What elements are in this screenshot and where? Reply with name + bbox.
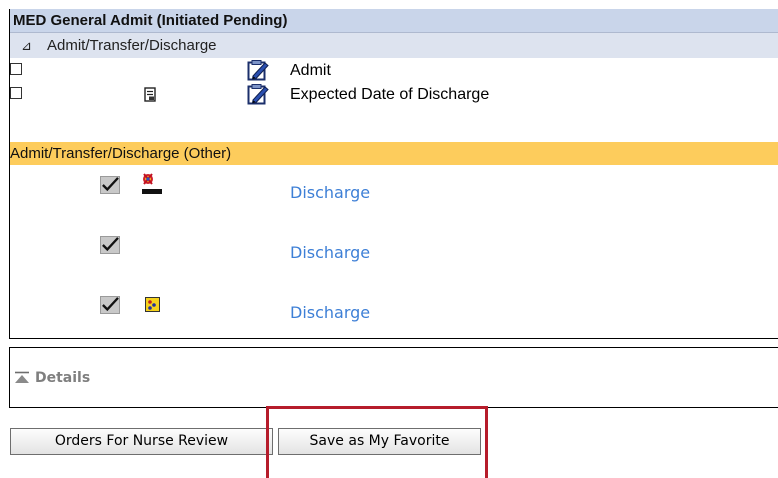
order-checkbox-expected-discharge[interactable] [10, 87, 22, 99]
section-label-other: Admit/Transfer/Discharge (Other) [10, 145, 232, 162]
discharge-logo-icon [142, 173, 162, 194]
yellow-order-icon [145, 297, 160, 312]
order-label-admit: Admit [290, 62, 331, 79]
order-row-admit[interactable]: Admit [10, 60, 778, 83]
section-header-admit-transfer-discharge[interactable]: ⊿ Admit/Transfer/Discharge [10, 33, 778, 58]
disabled-checkbox-checked [100, 176, 120, 194]
details-panel[interactable]: Details [9, 347, 778, 408]
powerplan-title: MED General Admit (Initiated Pending) [10, 9, 778, 33]
orders-for-nurse-review-button[interactable]: Orders For Nurse Review [10, 428, 273, 455]
details-label: Details [35, 370, 91, 386]
order-row-expected-date-of-discharge[interactable]: Expected Date of Discharge [10, 84, 778, 107]
checkmark-icon [102, 177, 119, 192]
order-link-discharge[interactable]: Discharge [290, 303, 370, 322]
order-row-discharge-1[interactable]: Discharge [10, 166, 778, 226]
order-label-expected-discharge: Expected Date of Discharge [290, 86, 490, 103]
orders-window: MED General Admit (Initiated Pending) ⊿ … [0, 0, 778, 478]
note-icon[interactable] [144, 87, 156, 102]
order-row-discharge-3[interactable]: Discharge [10, 286, 778, 338]
section-label: Admit/Transfer/Discharge [47, 37, 217, 54]
section-collapse-icon[interactable]: ⊿ [21, 33, 32, 58]
order-link-discharge[interactable]: Discharge [290, 183, 370, 202]
order-list-panel: MED General Admit (Initiated Pending) ⊿ … [9, 9, 778, 339]
disabled-checkbox-checked [100, 236, 120, 254]
checkmark-icon [102, 237, 119, 252]
disabled-checkbox-checked [100, 296, 120, 314]
order-row-discharge-2[interactable]: Discharge [10, 226, 778, 286]
section-header-other[interactable]: Admit/Transfer/Discharge (Other) [10, 142, 778, 165]
order-link-discharge[interactable]: Discharge [290, 243, 370, 262]
order-sentence-icon[interactable] [247, 84, 269, 105]
collapse-up-icon[interactable] [14, 371, 30, 385]
order-checkbox-admit[interactable] [10, 63, 22, 75]
checkmark-icon [102, 297, 119, 312]
highlight-annotation [266, 406, 488, 478]
powerplan-title-text: MED General Admit (Initiated Pending) [13, 12, 288, 29]
order-sentence-icon[interactable] [247, 60, 269, 81]
